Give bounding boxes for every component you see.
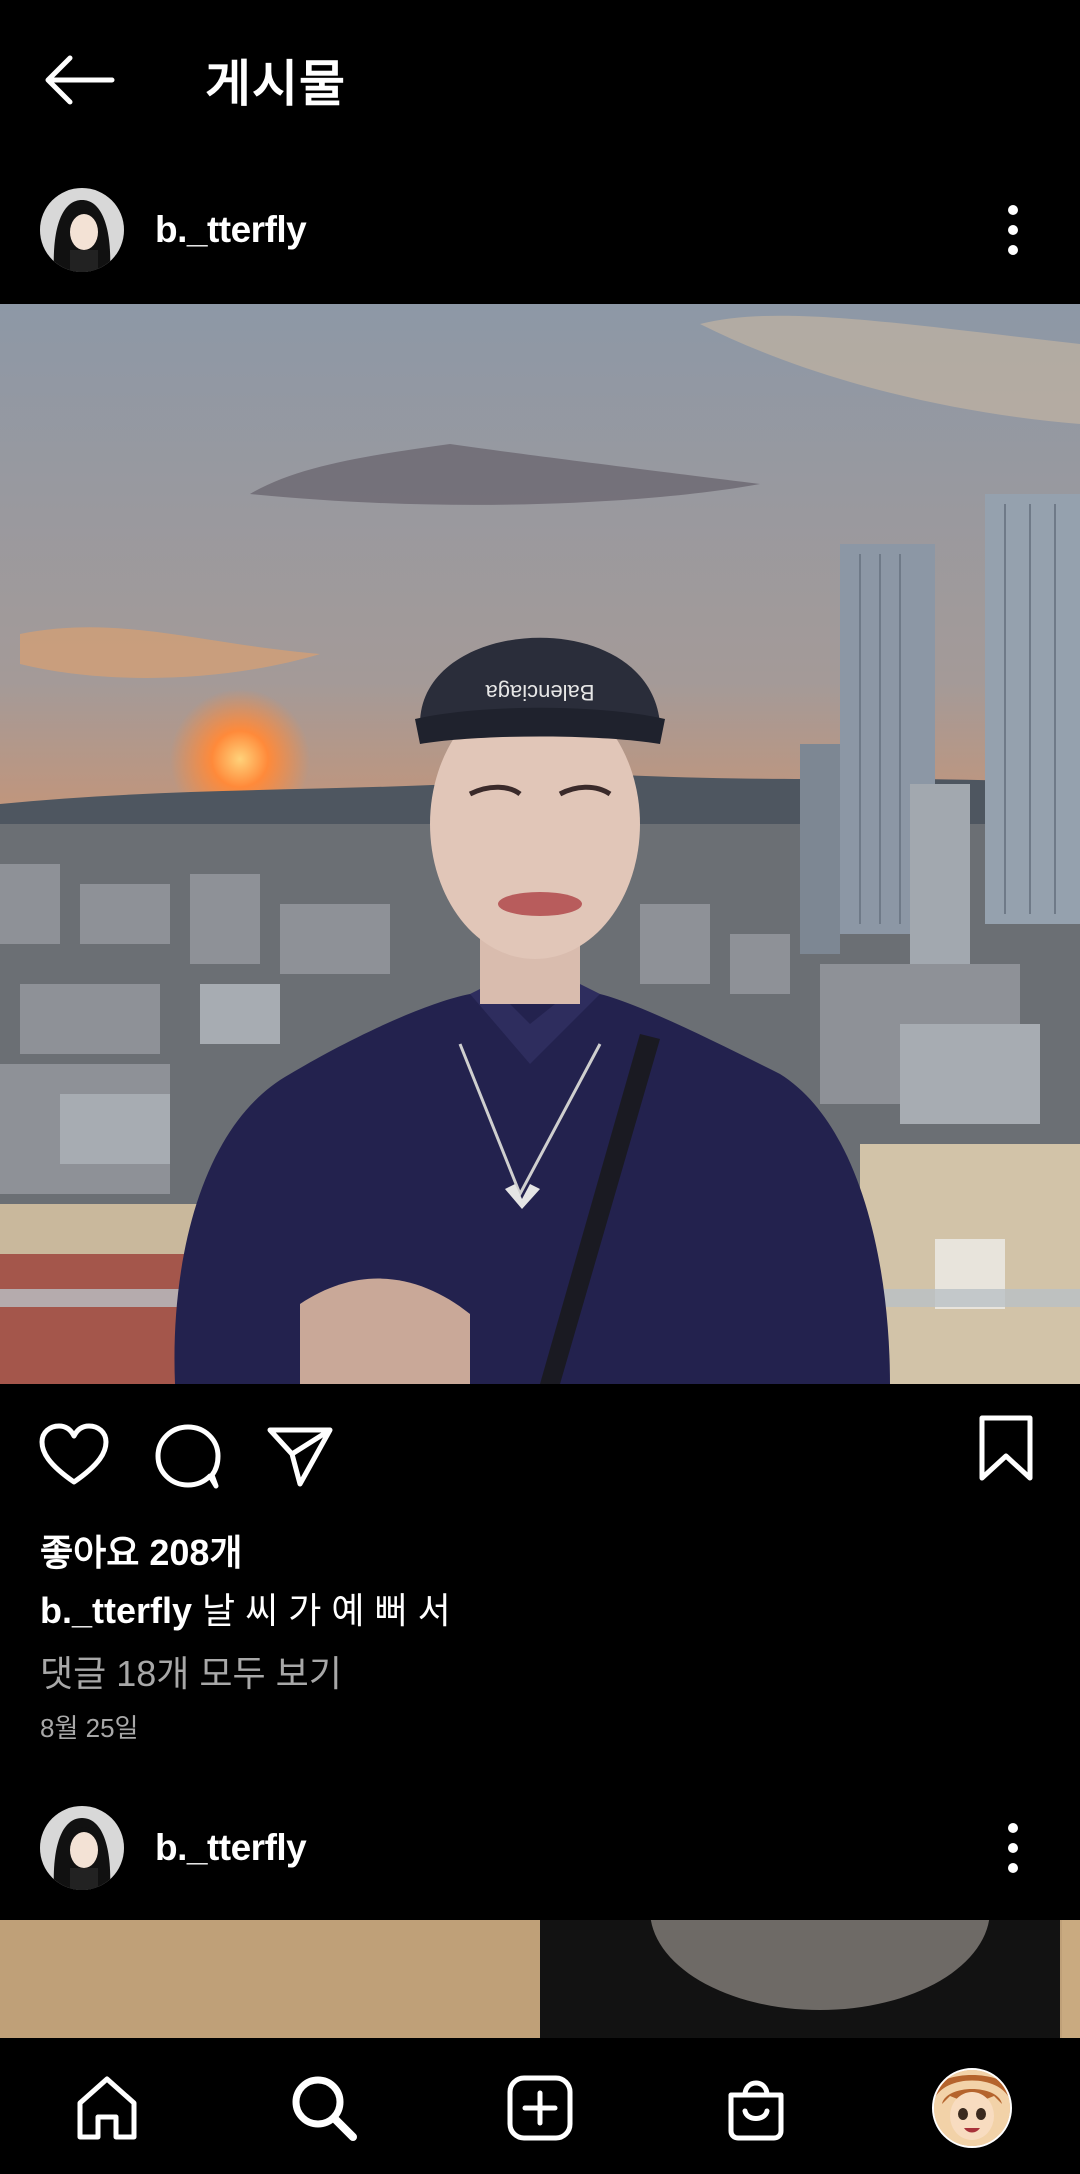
caption-username[interactable]: b._tterfly [40,1590,192,1631]
post-username[interactable]: b._tterfly [155,1827,307,1869]
nav-shop[interactable] [706,2058,806,2158]
post-date: 8월 25일 [40,1713,139,1743]
share-icon[interactable] [264,1420,336,1492]
nav-profile[interactable] [922,2058,1022,2158]
view-comments-link[interactable]: 댓글 18개 모두 보기 [40,1645,342,1697]
avatar[interactable] [40,1806,124,1890]
post-header: b._tterfly [0,1770,1080,1920]
post-photo[interactable] [0,1920,1080,2038]
avatar[interactable] [40,188,124,272]
search-icon [292,2076,357,2141]
nav-add-post[interactable] [490,2058,590,2158]
post-username[interactable]: b._tterfly [155,209,307,251]
more-options-icon[interactable] [995,1818,1031,1878]
post-caption: b._tterfly 날 씨 가 예 뻐 서 [40,1582,451,1634]
post-header: b._tterfly [0,155,1080,305]
heart-icon[interactable] [38,1420,110,1492]
profile-avatar [932,2068,1012,2148]
nav-home[interactable] [57,2058,157,2158]
comment-icon[interactable] [152,1420,224,1492]
more-options-icon[interactable] [995,200,1031,260]
add-post-icon [507,2075,573,2141]
bottom-nav [0,2038,1080,2174]
bookmark-icon[interactable] [970,1412,1042,1484]
likes-count[interactable]: 좋아요 208개 [40,1524,243,1576]
shop-icon [728,2080,784,2141]
home-icon [77,2076,137,2140]
arrow-left-icon[interactable] [40,50,120,110]
page-title: 게시물 [205,56,346,112]
post-photo[interactable]: Balenciaga [0,304,1080,1384]
svg-text:Balenciaga: Balenciaga [485,680,595,705]
nav-search[interactable] [274,2058,374,2158]
top-bar: 게시물 [0,0,1080,160]
caption-text: 날 씨 가 예 뻐 서 [202,1590,451,1631]
